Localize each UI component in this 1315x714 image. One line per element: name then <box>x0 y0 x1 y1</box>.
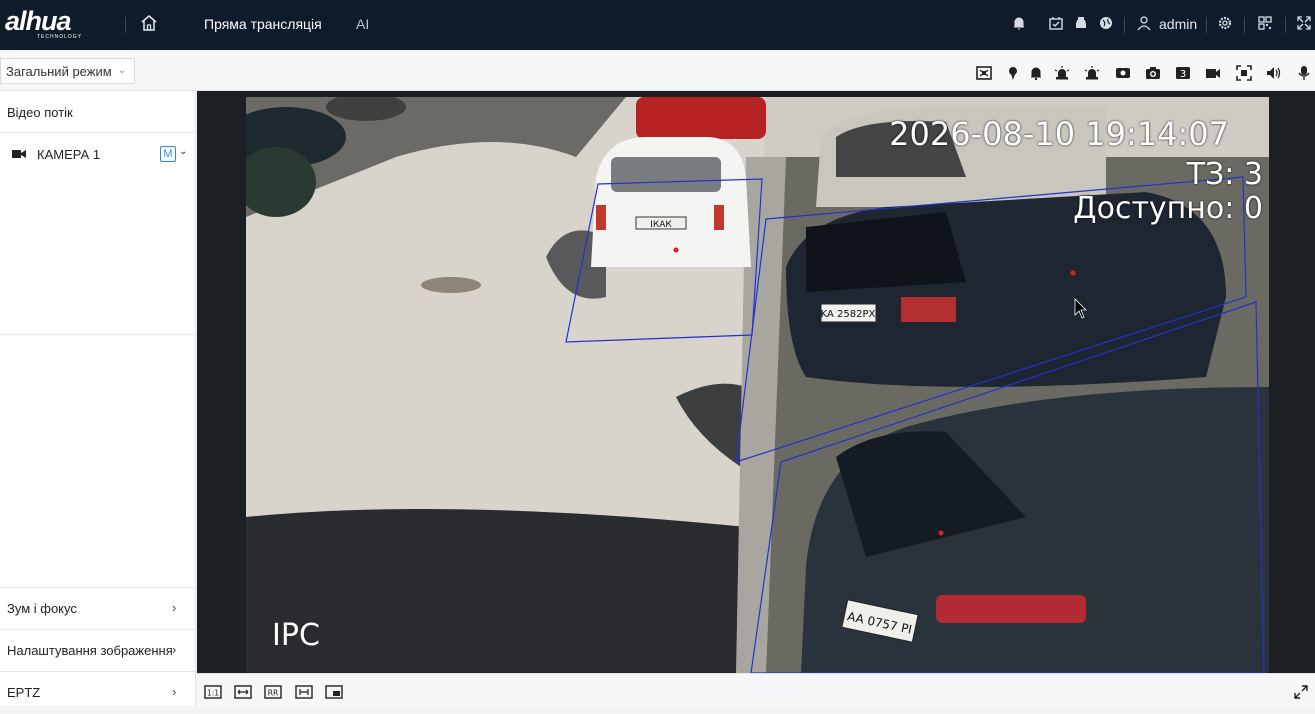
camera-label: КАМЕРА 1 <box>37 147 101 162</box>
divider <box>1124 17 1125 33</box>
sidebar-item-image-settings[interactable]: Налаштування зображення › <box>0 630 196 672</box>
plate-text: KA 2582PX <box>821 309 876 320</box>
divider <box>125 17 126 33</box>
alarm-light-icon[interactable] <box>1054 65 1070 81</box>
sidebar-item-eptz[interactable]: EPTZ › <box>0 672 196 714</box>
chevron-right-icon: › <box>172 642 177 657</box>
event-icon[interactable] <box>1048 15 1064 31</box>
divider <box>1206 17 1207 33</box>
exit-fullscreen-icon[interactable] <box>1294 685 1308 699</box>
user-icon[interactable] <box>1136 15 1152 31</box>
globe-icon[interactable] <box>1098 15 1114 31</box>
camera-icon <box>12 150 26 158</box>
brand-logo: alhua TECHNOLOGY <box>5 6 97 41</box>
svg-text:1:1: 1:1 <box>207 689 219 698</box>
focus-icon[interactable] <box>1236 65 1252 81</box>
pip-icon[interactable] <box>325 685 343 699</box>
divider <box>0 132 196 133</box>
sidebar-item-label: EPTZ <box>7 685 41 700</box>
siren-icon[interactable] <box>1084 65 1100 81</box>
pin-icon[interactable] <box>1005 65 1021 81</box>
ratio-icon[interactable]: RR <box>264 685 282 699</box>
triple-snapshot-icon[interactable]: 3 <box>1175 65 1191 81</box>
osd-timestamp: 2026-08-10 19:14:07 <box>889 115 1229 153</box>
bell-icon[interactable] <box>1011 15 1027 31</box>
nav-ai[interactable]: AI <box>356 16 369 32</box>
divider <box>0 334 196 335</box>
sidebar-item-label: Зум і фокус <box>7 601 77 616</box>
record-icon[interactable] <box>1115 65 1131 81</box>
fit-width-icon[interactable] <box>234 685 252 699</box>
home-icon[interactable] <box>140 14 158 32</box>
osd-channel-label: IPC <box>272 618 320 653</box>
sidebar-item-label: Налаштування зображення <box>7 643 173 658</box>
sidebar-item-zoom-focus[interactable]: Зум і фокус › <box>0 588 196 630</box>
svg-text:RR: RR <box>268 689 278 698</box>
video-bottom-toolbar: 1:1 RR <box>197 673 1315 706</box>
ai-detect-icon[interactable] <box>976 65 992 81</box>
stretch-icon[interactable] <box>295 685 313 699</box>
stream-section-title: Відео потік <box>7 105 73 120</box>
chevron-down-icon[interactable]: ⌄ <box>179 146 187 157</box>
car-icon[interactable] <box>1073 15 1089 31</box>
live-video-panel[interactable]: ІКАК KA 2582PX AA 0757 PI 2026-08-10 19:… <box>197 91 1315 673</box>
video-record-icon[interactable] <box>1205 65 1221 81</box>
chevron-right-icon: › <box>172 600 177 615</box>
view-mode-select[interactable]: Загальний режим ⌄ <box>0 58 135 84</box>
camera-video-feed[interactable]: ІКАК KA 2582PX AA 0757 PI 2026-08-10 19:… <box>246 97 1269 673</box>
grid-icon[interactable] <box>1257 15 1273 31</box>
chevron-right-icon: › <box>172 684 177 699</box>
settings-icon[interactable] <box>1217 15 1233 31</box>
osd-parking-count: ТЗ: 3 <box>1186 157 1263 192</box>
brand-wordmark: alhua <box>5 6 72 36</box>
osd-available-count: Доступно: 0 <box>1073 191 1263 226</box>
fullscreen-icon[interactable] <box>1296 15 1312 31</box>
microphone-icon[interactable] <box>1296 65 1312 81</box>
chevron-down-icon: ⌄ <box>117 65 126 76</box>
original-size-icon[interactable]: 1:1 <box>204 685 222 699</box>
nav-live-view[interactable]: Пряма трансляція <box>204 16 322 32</box>
top-navigation-bar: alhua TECHNOLOGY Пряма трансляція AI adm… <box>0 0 1315 50</box>
view-mode-value: Загальний режим <box>6 64 112 79</box>
brand-subtitle: TECHNOLOGY <box>37 34 83 40</box>
left-sidebar: Відео потік КАМЕРА 1 M ⌄ Зум і фокус › Н… <box>0 91 196 706</box>
view-toolbar: Загальний режим ⌄ 3 <box>0 50 1315 91</box>
svg-text:3: 3 <box>1180 69 1186 80</box>
snapshot-icon[interactable] <box>1145 65 1161 81</box>
plate-text: ІКАК <box>650 220 672 230</box>
audio-icon[interactable] <box>1265 65 1281 81</box>
divider <box>1285 17 1286 33</box>
camera-channel-item[interactable]: КАМЕРА 1 M ⌄ <box>0 141 196 167</box>
user-name[interactable]: admin <box>1159 16 1197 32</box>
video-frame: ІКАК KA 2582PX AA 0757 PI <box>246 97 1269 673</box>
divider <box>1244 17 1245 33</box>
stream-type-badge[interactable]: M <box>160 146 176 162</box>
alarm-icon[interactable] <box>1028 65 1044 81</box>
